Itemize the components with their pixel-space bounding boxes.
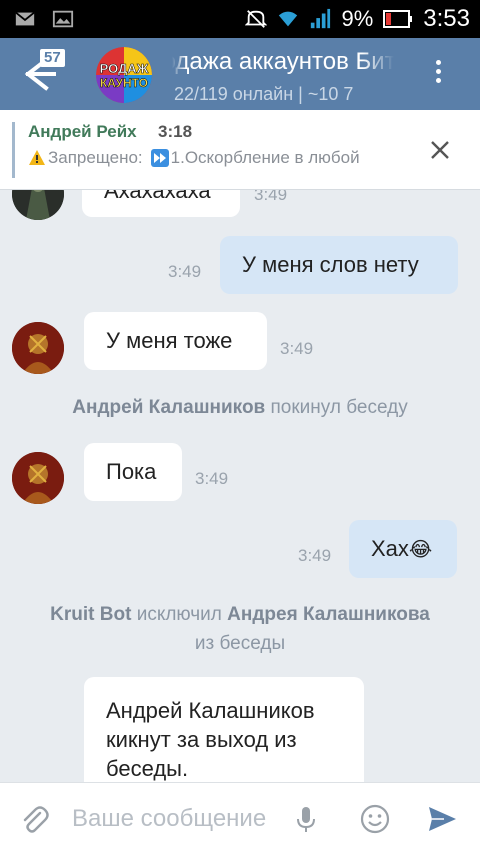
message-input-bar: Ваше сообщение: [0, 782, 480, 854]
message-time: 3:49: [280, 339, 314, 358]
message-text: У меня слов нету: [242, 252, 419, 277]
chat-avatar-text-top: РОДАЖ: [100, 61, 149, 76]
unread-badge: 57: [40, 49, 65, 67]
message-list[interactable]: Ахахахаха 3:49 3:49 У меня слов нету У м…: [0, 190, 480, 782]
overflow-menu-icon[interactable]: [428, 60, 448, 90]
pinned-text: Запрещено: 1.Оскорбление в любой: [28, 148, 408, 168]
sender-avatar[interactable]: [12, 190, 64, 220]
message-text-line: Андрей Калашников: [106, 698, 315, 723]
image-icon: [52, 10, 74, 28]
message-time: 3:49: [168, 262, 202, 281]
pinned-accent-bar: [12, 122, 15, 178]
message-bubble-incoming[interactable]: Пока: [84, 443, 182, 501]
send-icon[interactable]: [426, 803, 458, 835]
chat-subtitle: 22/119 онлайн | ~10 7: [174, 84, 354, 104]
clock: 3:53: [423, 5, 470, 32]
service-text: исключил: [136, 604, 222, 625]
emoji-icon[interactable]: [359, 803, 391, 835]
signal-icon: [311, 8, 331, 29]
chat-header: 57 РОДАЖ КАУНТО Продажа аккаунтов Битва …: [0, 38, 480, 110]
status-bar: 9% 3:53: [0, 0, 480, 38]
chat-title[interactable]: Продажа аккаунтов Битва З: [172, 48, 394, 76]
microphone-icon[interactable]: [290, 803, 322, 835]
service-target: Андрея Калашникова: [227, 604, 430, 625]
service-message: Андрей Калашников покинул беседу: [0, 393, 480, 422]
message-text-line: беседы.: [106, 756, 189, 781]
message-text: У меня тоже: [106, 328, 233, 353]
battery-percent: 9%: [341, 6, 374, 31]
message-bubble-incoming[interactable]: Андрей Калашников кикнут за выход из бес…: [84, 677, 364, 782]
sender-avatar[interactable]: [12, 322, 64, 374]
pinned-time: 3:18: [158, 122, 193, 141]
service-actor: Kruit Bot: [50, 604, 132, 625]
service-actor: Андрей Калашников: [72, 397, 266, 418]
pinned-warning-label: Запрещено:: [48, 148, 143, 167]
laughing-emoji-icon: 😂: [408, 538, 433, 561]
message-text: Пока: [106, 459, 157, 484]
warning-icon: [29, 150, 45, 165]
service-message: Kruit Bot исключил Андрея Калашникова из…: [0, 600, 480, 658]
paperclip-icon[interactable]: [18, 803, 50, 835]
service-tail: из беседы: [194, 633, 286, 654]
message-bubble-incoming[interactable]: Ахахахаха: [82, 190, 240, 217]
service-text: покинул беседу: [270, 397, 408, 418]
message-bubble-outgoing[interactable]: У меня слов нету: [220, 236, 458, 294]
message-time: 3:49: [195, 469, 229, 488]
chat-avatar[interactable]: РОДАЖ КАУНТО: [96, 47, 152, 103]
message-text: Хах: [371, 536, 409, 561]
pinned-message[interactable]: Андрей Рейх 3:18 Запрещено: 1.Оскорблени…: [0, 110, 480, 190]
fast-forward-icon: [150, 149, 169, 167]
close-icon[interactable]: [428, 138, 452, 162]
message-bubble-incoming[interactable]: У меня тоже: [84, 312, 267, 370]
mute-icon: [245, 10, 268, 28]
pinned-author: Андрей Рейх: [28, 122, 137, 141]
battery-icon: [383, 10, 413, 28]
chat-avatar-text-bottom: КАУНТО: [100, 76, 148, 90]
message-bubble-outgoing[interactable]: Хах 😂: [349, 520, 457, 578]
pinned-rule-text: 1.Оскорбление в любой: [170, 148, 360, 167]
sender-avatar[interactable]: [12, 452, 64, 504]
message-time: 3:49: [298, 546, 332, 565]
mail-icon: [15, 11, 35, 26]
message-text-line: кикнут за выход из: [106, 727, 297, 752]
wifi-icon: [279, 11, 298, 27]
message-time: 3:49: [254, 190, 288, 204]
message-input[interactable]: Ваше сообщение: [72, 805, 278, 833]
message-text: Ахахахаха: [104, 190, 211, 203]
